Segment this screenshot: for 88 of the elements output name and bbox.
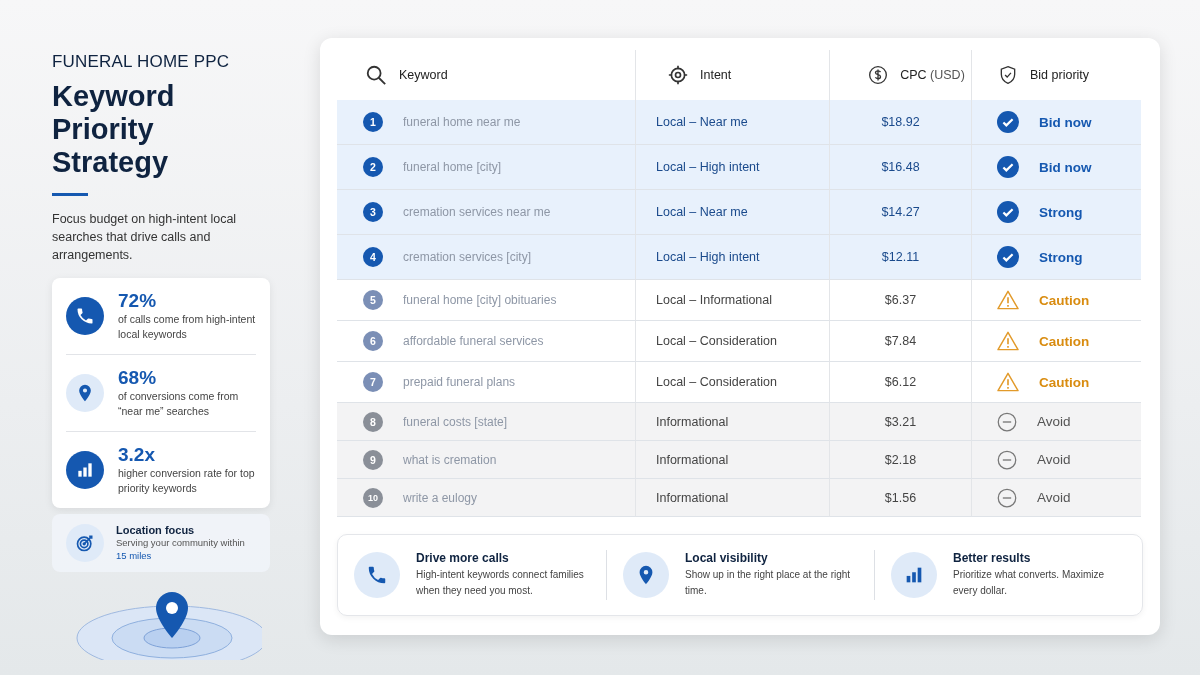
keyword-text: cremation services near me — [403, 205, 551, 219]
priority-label: Avoid — [1037, 490, 1071, 505]
page-title: Keyword Priority Strategy — [52, 80, 176, 179]
rank-badge: 6 — [363, 331, 383, 351]
rank-badge: 1 — [363, 112, 383, 132]
check-circle-icon — [997, 156, 1019, 178]
keyword-text: funeral costs [state] — [403, 414, 508, 429]
cpc-text: $12.11 — [881, 250, 920, 264]
location-title: Location focus — [116, 524, 196, 536]
phone-icon — [75, 306, 95, 326]
cpc-text: $2.18 — [884, 452, 917, 467]
column-label: CPC (USD) — [900, 68, 965, 82]
intent-text: Local – Consideration — [656, 334, 777, 348]
priority-label: Caution — [1039, 333, 1090, 349]
intent-text: Informational — [656, 490, 729, 505]
cpc-text: $16.48 — [881, 160, 920, 174]
keyword-text: funeral home [city] — [403, 160, 502, 174]
keyword-text: cremation services [city] — [403, 250, 532, 264]
benefit-title: Local visibility — [685, 551, 769, 565]
dollar-icon — [868, 65, 889, 85]
warning-icon — [997, 372, 1019, 392]
benefit-text: High-intent keywords connect families when they need you most. — [416, 568, 585, 598]
page-description: Focus budget on high-intent local searches that drive calls and arrangements. — [52, 211, 238, 264]
intent-text: Local – High intent — [656, 160, 760, 174]
intent-text: Local – Near me — [656, 205, 748, 219]
stat-value: 72% — [118, 290, 158, 312]
phone-icon — [366, 564, 388, 586]
keyword-text: what is cremation — [403, 452, 497, 467]
intent-text: Informational — [656, 414, 729, 429]
benefit-title: Drive more calls — [416, 551, 510, 565]
intent-text: Local – High intent — [656, 250, 760, 264]
stat-description: higher conversion rate for top priority keywords — [118, 466, 256, 496]
intent-text: Local – Near me — [656, 115, 748, 129]
rank-badge: 8 — [363, 411, 383, 432]
priority-label: Strong — [1039, 249, 1083, 265]
cpc-text: $6.37 — [884, 293, 917, 307]
column-label: Bid priority — [1030, 68, 1090, 82]
benefit-text: Prioritize what converts. Maximize every dollar. — [953, 568, 1106, 598]
cpc-text: $3.21 — [884, 414, 917, 429]
benefit-title: Better results — [953, 551, 1032, 565]
check-circle-icon — [997, 111, 1019, 133]
priority-label: Caution — [1039, 374, 1090, 390]
rank-badge: 2 — [363, 157, 383, 177]
stat-value: 68% — [118, 367, 158, 389]
keyword-text: write a eulogy — [403, 490, 478, 505]
cpc-text: $18.92 — [881, 115, 920, 129]
location-text: Serving your community within 15 miles — [116, 536, 246, 562]
target-icon — [668, 65, 688, 85]
cpc-text: $1.56 — [884, 490, 917, 505]
column-label: Keyword — [399, 68, 448, 82]
warning-icon — [997, 290, 1019, 310]
minus-circle-icon — [997, 487, 1017, 508]
priority-label: Bid now — [1039, 114, 1092, 130]
priority-label: Strong — [1039, 204, 1083, 220]
rank-badge: 10 — [363, 487, 383, 508]
priority-label: Bid now — [1039, 159, 1092, 175]
minus-circle-icon — [997, 411, 1017, 432]
cpc-text: $7.84 — [884, 334, 917, 348]
search-icon — [365, 64, 387, 86]
stat-description: of calls come from high-intent local keywords — [118, 312, 257, 342]
bar-chart-icon — [75, 460, 95, 480]
priority-label: Avoid — [1037, 414, 1071, 429]
minus-circle-icon — [997, 449, 1017, 470]
shield-check-icon — [998, 65, 1018, 85]
keyword-text: funeral home near me — [403, 115, 521, 129]
intent-text: Local – Informational — [656, 293, 773, 307]
check-circle-icon — [997, 201, 1019, 223]
rank-badge: 4 — [363, 247, 383, 267]
cpc-text: $14.27 — [881, 205, 920, 219]
intent-text: Informational — [656, 452, 729, 467]
keyword-text: affordable funeral services — [403, 334, 544, 348]
stat-value: 3.2x — [118, 444, 156, 466]
stat-description: of conversions come from “near me” searches — [118, 389, 240, 419]
intent-text: Local – Consideration — [656, 375, 777, 389]
check-circle-icon — [997, 246, 1019, 268]
eyebrow-label: FUNERAL HOME PPC — [52, 52, 231, 72]
rank-badge: 3 — [363, 202, 383, 222]
cpc-text: $6.12 — [884, 375, 917, 389]
benefit-text: Show up in the right place at the right time. — [685, 568, 852, 598]
priority-label: Caution — [1039, 292, 1090, 308]
rank-badge: 9 — [363, 449, 383, 470]
column-label: Intent — [700, 68, 732, 82]
keyword-text: prepaid funeral plans — [403, 375, 516, 389]
keyword-text: funeral home [city] obituaries — [403, 293, 557, 307]
warning-icon — [997, 331, 1019, 351]
rank-badge: 7 — [363, 372, 383, 392]
priority-label: Avoid — [1037, 452, 1071, 467]
rank-badge: 5 — [363, 290, 383, 310]
